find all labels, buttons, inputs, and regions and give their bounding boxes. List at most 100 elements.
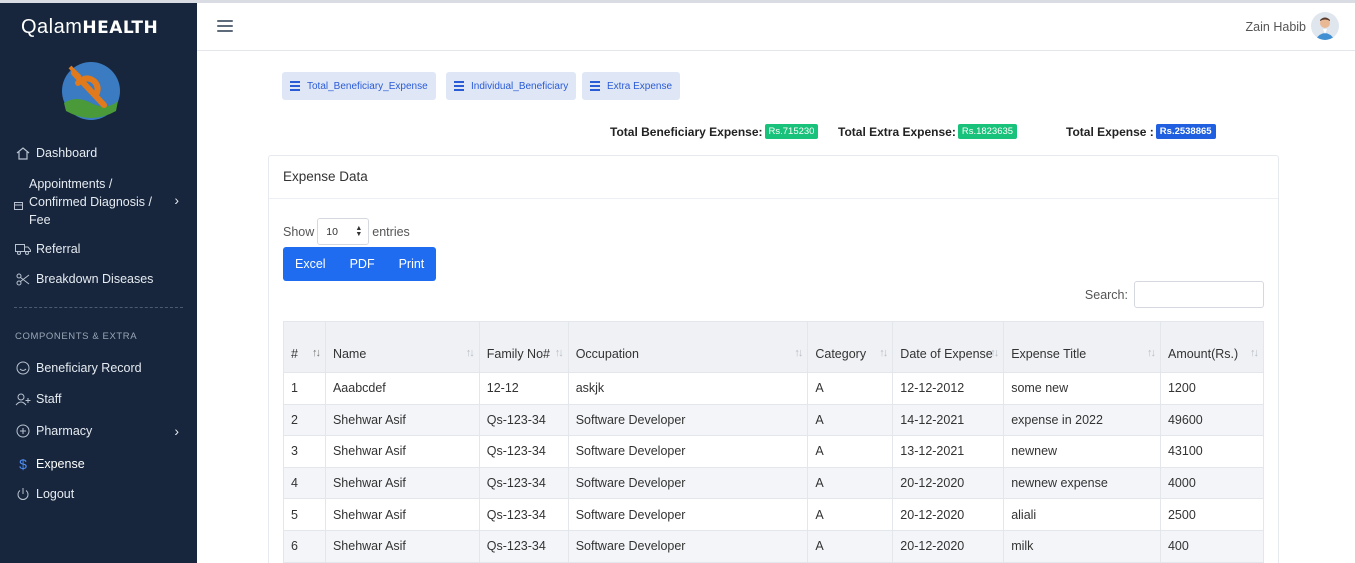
table-cell: 1200 [1159,372,1265,405]
total-expense: Total Expense : Rs.2538865 [1066,124,1216,139]
pdf-button[interactable]: PDF [338,247,387,281]
column-header-occupation[interactable]: Occupation ↑↓ [567,321,809,373]
user-name[interactable]: Zain Habib [1246,20,1306,34]
list-icon [454,79,464,93]
table-cell: 5 [283,498,326,531]
truck-icon [14,242,32,256]
sort-caret-icon: ▲ ▼ [355,225,363,238]
table-cell: 4000 [1159,466,1265,500]
sidebar-item-staff[interactable]: Staff [14,392,189,406]
sort-icon: ↑↓ [879,347,888,359]
sidebar-item-label: Beneficiary Record [36,361,142,375]
organization-logo [62,62,120,120]
expense-data-card: Expense Data Show 10 ▲ ▼ entries Excel PD… [268,155,1279,563]
sidebar-item-label: Breakdown Diseases [36,272,154,286]
table-cell: Qs-123-34 [478,466,569,500]
brand-logo[interactable]: QalamHEALTH [21,16,158,39]
sort-icon: ↑↓ [1146,347,1156,359]
print-button[interactable]: Print [387,247,437,281]
scissors-icon [14,272,32,286]
list-icon [590,79,600,93]
column-header-expense-title[interactable]: Expense Title ↑↓ [1003,321,1161,373]
table-cell: 12-12 [478,372,569,405]
dollar-icon: $ [19,456,27,472]
table-cell: 20-12-2020 [892,529,1005,563]
chevron-right-icon: › [174,192,179,208]
sidebar-section-title: COMPONENTS & EXTRA [15,331,138,342]
table-cell: 14-12-2021 [892,403,1005,437]
sidebar-item-appointments[interactable]: Appointments / Confirmed Diagnosis / Fee… [14,175,189,229]
user-plus-icon [14,392,32,406]
table-row: 6 Shehwar Asif Qs-123-34 Software Developer… [283,529,1265,563]
table-row: 5 Shehwar Asif Qs-123-34 Software Developer… [283,498,1265,531]
table-cell: Shehwar Asif [324,529,480,563]
sidebar-item-dashboard[interactable]: Dashboard [14,146,189,160]
menu-toggle-icon[interactable] [217,20,233,32]
tab-individual-beneficiary[interactable]: Individual_Beneficiary [446,72,577,100]
table-cell: 12-12-2012 [892,372,1005,405]
power-icon [14,487,32,501]
top-header: Zain Habib [197,0,1355,51]
column-header-name[interactable]: Name ↑↓ [324,321,480,373]
home-icon [14,146,32,160]
column-header-category[interactable]: Category ↑↓ [807,321,894,373]
sidebar-item-expense[interactable]: $ Expense [14,456,189,472]
excel-button[interactable]: Excel [283,247,338,281]
table-cell: expense in 2022 [1003,403,1161,437]
column-header-date[interactable]: Date of Expense ↑↓ [892,321,1005,373]
sidebar-item-breakdown-diseases[interactable]: Breakdown Diseases [14,272,189,286]
expense-table: # ↑↓ Name ↑↓ Family No# ↑↓ Occupation ↑↓ Cat… [283,321,1265,563]
table-row: 3 Shehwar Asif Qs-123-34 Software Developer… [283,435,1265,468]
table-cell: Software Developer [567,403,809,437]
table-cell: Qs-123-34 [478,529,569,563]
sidebar-item-logout[interactable]: Logout [14,487,189,501]
table-cell: milk [1003,529,1161,563]
column-header-amount[interactable]: Amount(Rs.) ↑↓ [1159,321,1265,373]
table-row: 4 Shehwar Asif Qs-123-34 Software Developer… [283,466,1265,500]
avatar[interactable] [1311,12,1339,40]
sort-icon: ↑↓ [554,347,564,359]
sidebar-item-label: Staff [36,392,62,406]
table-cell: Shehwar Asif [324,466,480,500]
sort-icon: ↑↓ [1250,347,1259,359]
table-cell: Software Developer [567,435,809,468]
table-cell: A [807,466,894,500]
sidebar-item-pharmacy[interactable]: Pharmacy › [14,423,189,439]
total-extra-expense: Total Extra Expense: Rs.1823635 [838,124,1018,139]
entries-select[interactable]: 10 ▲ ▼ [317,218,370,245]
sidebar-item-label: Referral [36,242,81,256]
table-cell: 43100 [1159,435,1265,468]
column-header-family-no[interactable]: Family No# ↑↓ [478,321,569,373]
search-input[interactable] [1134,281,1264,308]
total-beneficiary-expense: Total Beneficiary Expense: Rs.715230 [610,124,819,139]
tab-extra-expense[interactable]: Extra Expense [582,72,681,100]
table-cell: 20-12-2020 [892,466,1005,500]
table-cell: Shehwar Asif [324,498,480,531]
table-cell: 400 [1159,529,1265,563]
sidebar-item-beneficiary-record[interactable]: Beneficiary Record [14,361,189,375]
sort-icon: ↑↓ [794,347,803,359]
table-cell: Qs-123-34 [478,498,569,531]
table-cell: Software Developer [567,498,809,531]
table-cell: newnew expense [1003,466,1161,500]
sidebar-item-label: Appointments / Confirmed Diagnosis / Fee [29,177,152,227]
tab-total-beneficiary-expense[interactable]: Total_Beneficiary_Expense [282,72,436,100]
column-header-index[interactable]: # ↑↓ [283,321,326,373]
table-cell: 6 [283,529,326,563]
table-cell: askjk [567,372,809,405]
sidebar-item-label: Logout [36,487,75,501]
sidebar-item-label: Expense [36,457,85,471]
card-title: Expense Data [283,169,368,184]
sidebar-item-referral[interactable]: Referral [14,242,189,256]
calendar-icon [14,197,24,210]
plus-circle-icon [14,424,32,438]
table-cell: Shehwar Asif [324,403,480,437]
table-row: 2 Shehwar Asif Qs-123-34 Software Developer… [283,403,1265,437]
table-cell: 3 [283,435,326,468]
sidebar: QalamHEALTH Dashboard Appointments / Con… [0,0,197,563]
total-expense-badge: Rs.2538865 [1155,124,1216,139]
sidebar-divider [14,307,183,308]
table-cell: 2 [283,403,326,437]
sidebar-item-label: Dashboard [36,146,98,160]
table-cell: 13-12-2021 [892,435,1005,468]
